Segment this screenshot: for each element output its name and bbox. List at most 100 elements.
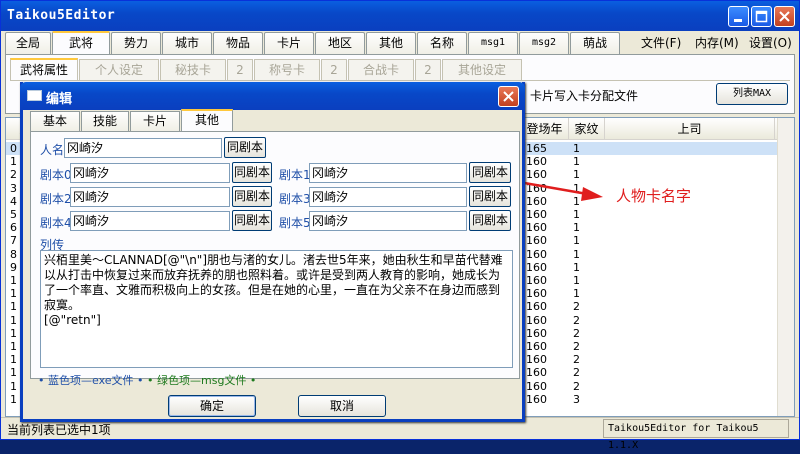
row-index-cell: 1 <box>10 379 17 393</box>
scenario3-label: 剧本3 <box>279 192 311 206</box>
subtab-2c[interactable]: 2 <box>415 59 441 80</box>
tab-other[interactable]: 其他 <box>366 32 416 54</box>
biography-textarea[interactable]: 兴栢里美～CLANNAD[@"\n"]朋也与渚的女儿。渚去世5年来，她由秋生和早… <box>40 250 513 368</box>
row-index-cell: 0 <box>10 142 17 155</box>
scenario5-copy-button[interactable]: 同剧本 <box>469 210 511 231</box>
legend-blue: 蓝色项—exe文件 <box>48 374 134 387</box>
row-crest-cell: 2 <box>573 353 580 367</box>
scenario4-field[interactable]: 冈崎汐 <box>70 211 230 231</box>
row-crest-cell: 1 <box>573 155 580 169</box>
row-crest-cell: 2 <box>573 340 580 353</box>
tab-items[interactable]: 物品 <box>213 32 263 54</box>
row-year-cell: 160 <box>526 155 547 169</box>
dialog-tab-other[interactable]: 其他 <box>181 109 233 131</box>
tab-generals[interactable]: 武将 <box>52 31 110 54</box>
row-year-cell: 160 <box>526 260 547 274</box>
row-crest-cell: 1 <box>573 208 580 221</box>
menu-settings[interactable]: 设置(O) <box>749 34 792 51</box>
row-year-cell: 160 <box>526 353 547 367</box>
tab-regions[interactable]: 地区 <box>315 32 365 54</box>
minimize-button[interactable] <box>728 6 749 27</box>
maximize-icon <box>755 10 768 23</box>
row-crest-cell: 3 <box>573 392 580 406</box>
tab-cities[interactable]: 城市 <box>162 32 212 54</box>
tab-moe-battle[interactable]: 萌战 <box>570 32 620 54</box>
row-index-cell: 1 <box>10 392 17 406</box>
row-crest-cell: 2 <box>573 379 580 393</box>
legend-bullet-green: • <box>147 374 157 387</box>
menu-file[interactable]: 文件(F) <box>641 34 681 51</box>
dialog-tab-basic[interactable]: 基本 <box>30 111 80 131</box>
status-version: Taikou5Editor for Taikou5 1.1.X <box>603 419 789 451</box>
title-bar[interactable]: Taikou5Editor <box>1 1 799 31</box>
ok-button[interactable]: 确定 <box>168 395 256 417</box>
subtab-secret-cards[interactable]: 秘技卡 <box>160 59 226 80</box>
row-crest-cell: 1 <box>573 221 580 235</box>
maximize-button[interactable] <box>751 6 772 27</box>
copy-scenario-button[interactable]: 同剧本 <box>224 137 266 158</box>
scenario5-field[interactable]: 冈崎汐 <box>309 211 467 231</box>
tab-names[interactable]: 名称 <box>417 32 467 54</box>
subtab-personal-settings[interactable]: 个人设定 <box>79 59 159 80</box>
dialog-close-button[interactable] <box>498 86 519 107</box>
subtab-other-settings[interactable]: 其他设定 <box>442 59 522 80</box>
name-field[interactable]: 冈崎汐 <box>64 138 222 158</box>
tab-msg2[interactable]: msg2 <box>519 32 569 54</box>
dialog-title: 编辑 <box>46 92 73 107</box>
dialog-title-bar[interactable]: 编辑 <box>20 82 525 110</box>
subtab-general-attributes[interactable]: 武将属性 <box>10 58 78 80</box>
scenario1-label: 剧本1 <box>279 168 311 182</box>
card-allocation-hint: 卡片写入卡分配文件 <box>530 89 639 103</box>
scenario2-copy-button[interactable]: 同剧本 <box>232 186 272 207</box>
scenario1-field[interactable]: 冈崎汐 <box>309 163 467 183</box>
col-debut-year[interactable]: 登场年 <box>521 118 569 140</box>
scenario2-field[interactable]: 冈崎汐 <box>70 187 230 207</box>
row-index-cell: 6 <box>10 221 17 235</box>
row-crest-cell: 1 <box>573 287 580 301</box>
row-crest-cell: 2 <box>573 313 580 327</box>
row-year-cell: 160 <box>526 234 547 248</box>
cancel-button[interactable]: 取消 <box>298 395 386 417</box>
row-year-cell: 160 <box>526 221 547 235</box>
dialog-tab-skills[interactable]: 技能 <box>81 111 129 131</box>
scenario1-copy-button[interactable]: 同剧本 <box>469 162 511 183</box>
subtab-title-cards[interactable]: 称号卡 <box>254 59 320 80</box>
list-scrollbar[interactable] <box>777 118 794 416</box>
scenario0-field[interactable]: 冈崎汐 <box>70 163 230 183</box>
legend: • 蓝色项—exe文件 • • 绿色项—msg文件 • <box>38 372 273 387</box>
scenario4-copy-button[interactable]: 同剧本 <box>232 210 272 231</box>
tab-msg1[interactable]: msg1 <box>468 32 518 54</box>
scenario5-label: 剧本5 <box>279 216 311 230</box>
scenario0-copy-button[interactable]: 同剧本 <box>232 162 272 183</box>
row-year-cell: 160 <box>526 366 547 380</box>
tab-global[interactable]: 全局 <box>5 32 51 54</box>
subtab-2a[interactable]: 2 <box>227 59 253 80</box>
scenario4-label: 剧本4 <box>40 216 72 230</box>
row-index-cell: 5 <box>10 208 17 221</box>
scenario0-label: 剧本0 <box>40 168 72 182</box>
legend-bullet-green-end: • <box>246 374 257 387</box>
dialog-tab-cards[interactable]: 卡片 <box>130 111 180 131</box>
col-crest[interactable]: 家纹 <box>569 118 605 140</box>
subtab-battle-cards[interactable]: 合战卡 <box>348 59 414 80</box>
scenario3-field[interactable]: 冈崎汐 <box>309 187 467 207</box>
list-max-button[interactable]: 列表MAX <box>716 83 788 105</box>
menu-memory[interactable]: 内存(M) <box>695 34 739 51</box>
col-superior[interactable]: 上司 <box>605 118 775 140</box>
scenario3-copy-button[interactable]: 同剧本 <box>469 186 511 207</box>
row-crest-cell: 2 <box>573 366 580 380</box>
row-year-cell: 160 <box>526 326 547 340</box>
row-index-cell: 4 <box>10 194 17 208</box>
scenario2-label: 剧本2 <box>40 192 72 206</box>
name-label: 人名 <box>40 143 65 157</box>
row-crest-cell: 2 <box>573 300 580 314</box>
row-crest-cell: 1 <box>573 234 580 248</box>
row-year-cell: 160 <box>526 247 547 261</box>
legend-bullet-blue: • <box>38 374 48 387</box>
row-crest-cell: 1 <box>573 274 580 287</box>
tab-cards[interactable]: 卡片 <box>264 32 314 54</box>
subtab-2b[interactable]: 2 <box>321 59 347 80</box>
close-button[interactable] <box>774 6 795 27</box>
row-crest-cell: 1 <box>573 247 580 261</box>
tab-factions[interactable]: 势力 <box>111 32 161 54</box>
